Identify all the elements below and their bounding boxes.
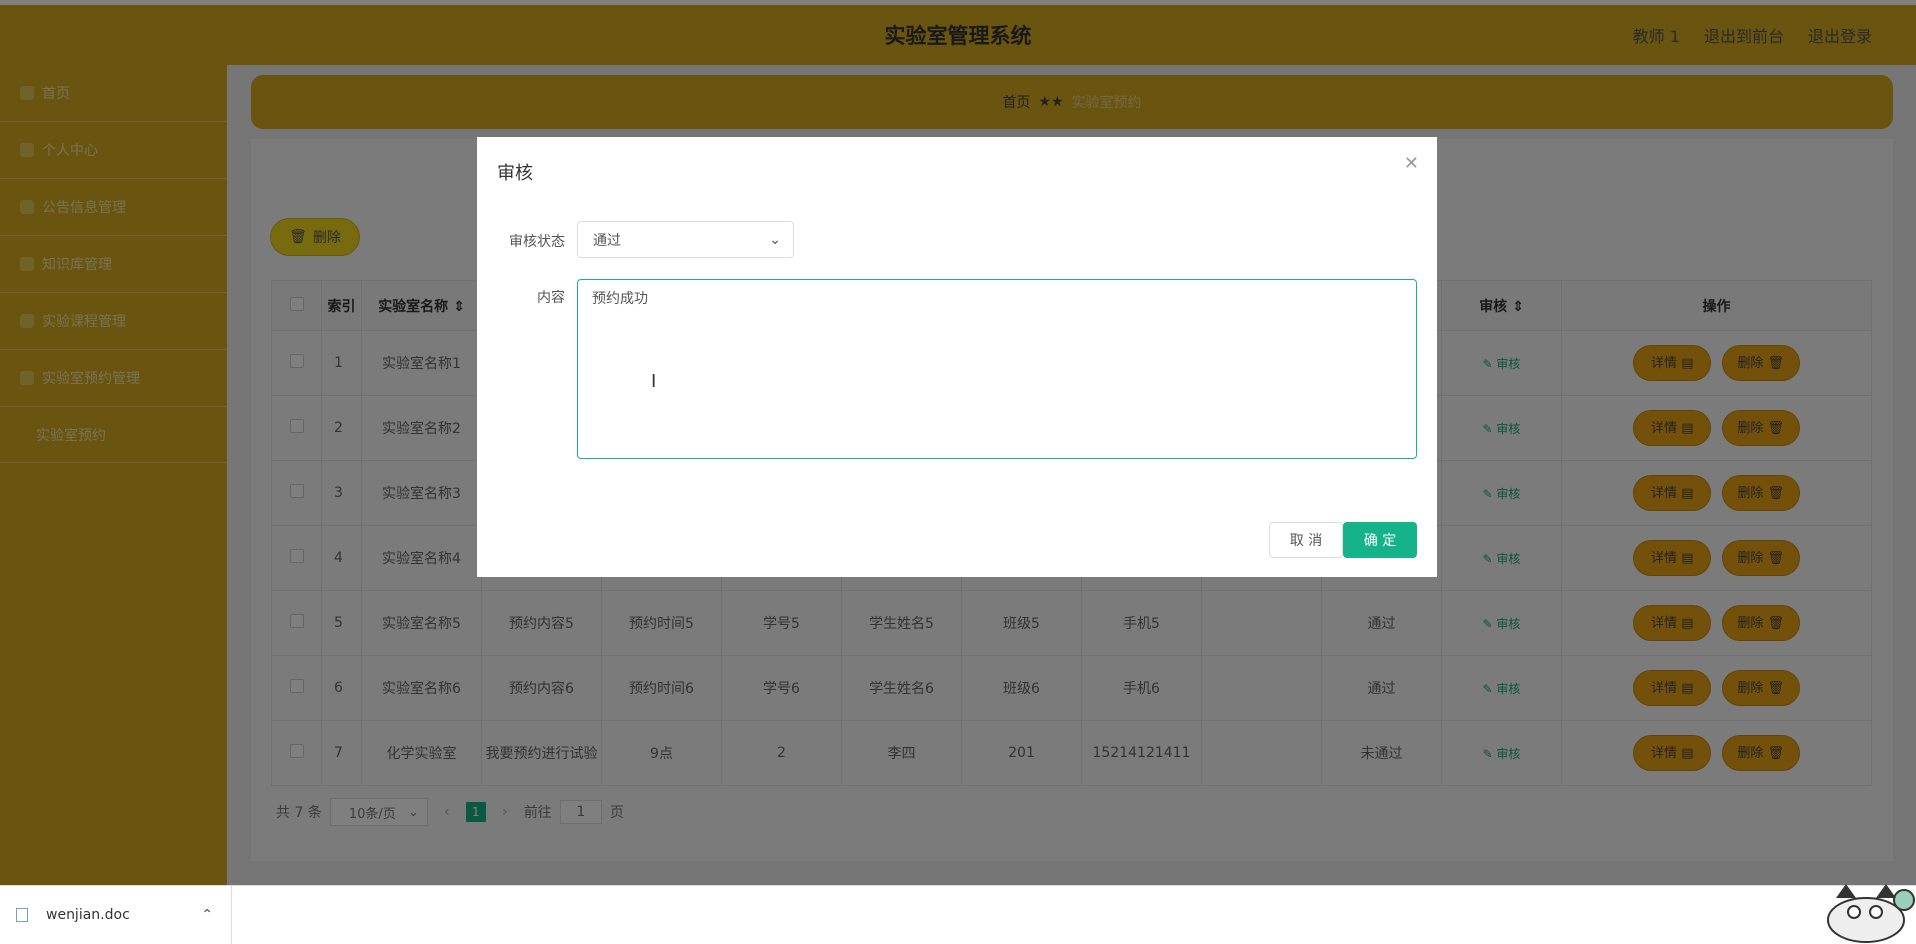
audit-status-value: 通过	[593, 232, 621, 249]
dialog-title: 审核	[497, 163, 533, 184]
content-label: 内容	[537, 290, 565, 306]
chevron-down-icon: ⌄	[769, 231, 781, 248]
document-icon	[16, 908, 28, 922]
text-cursor-icon: I	[651, 371, 657, 392]
download-bar: wenjian.doc ⌃	[0, 885, 1916, 944]
status-label: 审核状态	[509, 234, 565, 250]
chevron-up-icon[interactable]: ⌃	[201, 907, 213, 923]
confirm-button[interactable]: 确 定	[1343, 522, 1417, 558]
audit-status-select[interactable]: 通过 ⌄	[577, 221, 794, 258]
audit-content-textarea[interactable]: 预约成功	[577, 279, 1417, 459]
mascot-cat-image	[1827, 884, 1915, 943]
cancel-button[interactable]: 取 消	[1269, 522, 1343, 558]
close-icon[interactable]: ✕	[1404, 153, 1419, 174]
audit-dialog: 审核 ✕ 审核状态 通过 ⌄ 内容 预约成功 I 取 消 确 定	[477, 137, 1437, 577]
download-item[interactable]: wenjian.doc ⌃	[0, 886, 232, 944]
download-filename: wenjian.doc	[46, 907, 130, 923]
